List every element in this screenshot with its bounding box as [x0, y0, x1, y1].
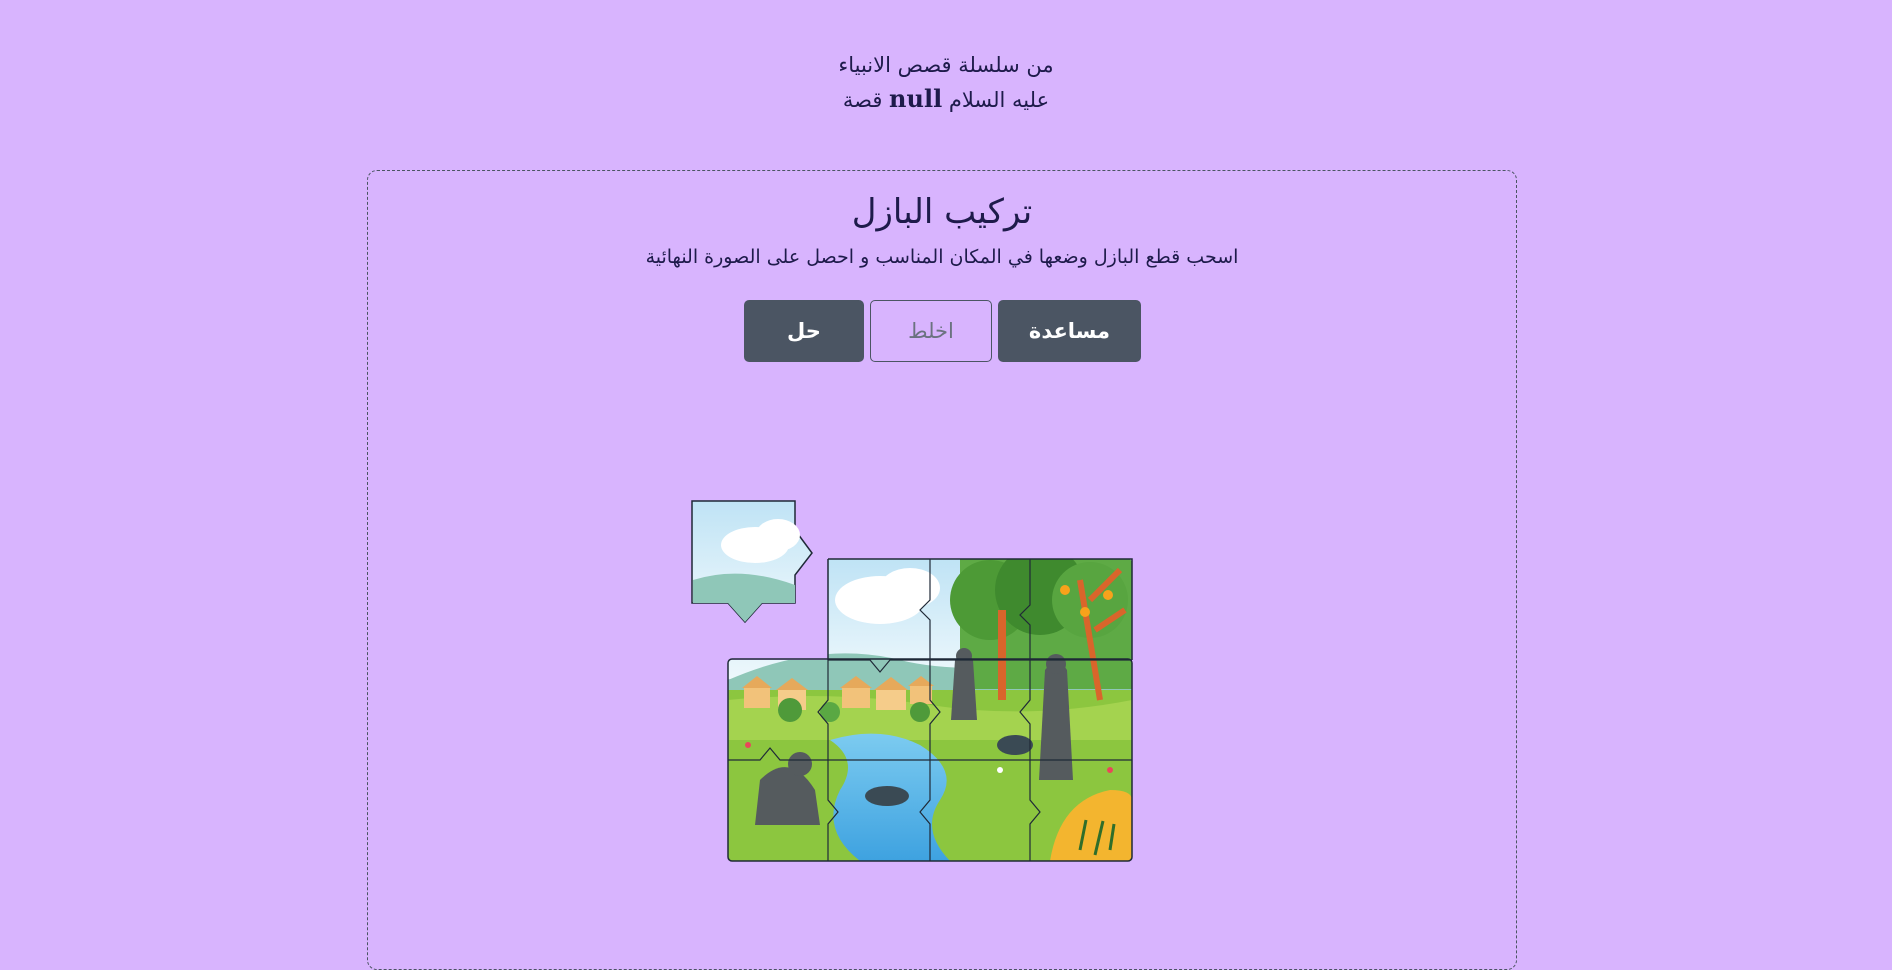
- puzzle-board-svg: [691, 500, 1133, 862]
- puzzle-board: [0, 0, 1892, 938]
